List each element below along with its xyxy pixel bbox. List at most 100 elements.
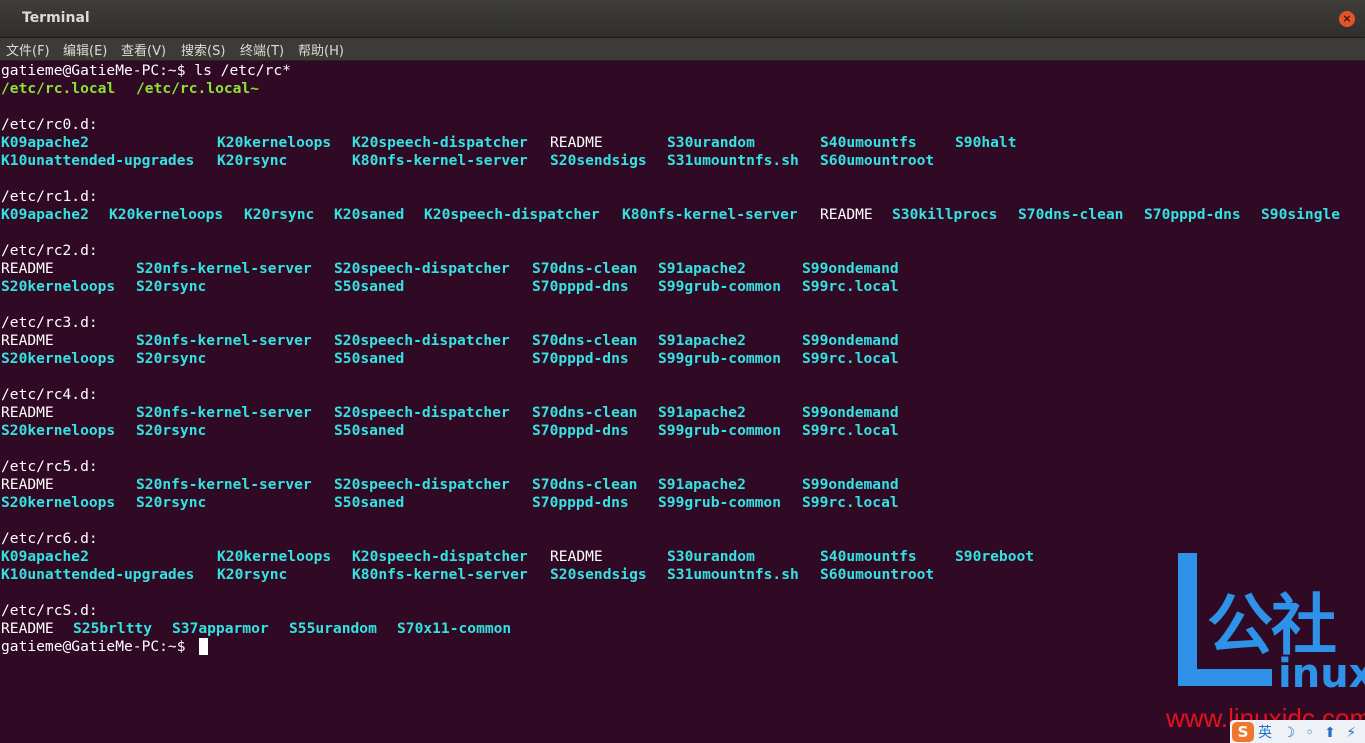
terminal-line: K09apache2 K20kerneloops K20rsync K20saned K… [1, 206, 1361, 224]
input-method-tray[interactable]: S 英 ☽ ◦ ⬆ ⚡ [1230, 720, 1365, 743]
terminal-line: README S20nfs-kernel-server S20speech-disp… [1, 404, 1361, 422]
menu-help[interactable]: 帮助(H) [298, 40, 344, 59]
terminal-line: gatieme@GatieMe-PC:~$ ls /etc/rc* [1, 62, 1361, 80]
symlink-entry: S91apache2 [658, 476, 746, 493]
symlink-entry: S40umountfs [820, 134, 917, 151]
terminal-text: README [820, 206, 873, 223]
symlink-entry: S70pppd-dns [532, 494, 629, 511]
symlink-entry: S37apparmor [172, 620, 269, 637]
terminal-line: K09apache2 K20kerneloops K20speech-dispatc… [1, 548, 1361, 566]
symlink-entry: K20kerneloops [217, 548, 332, 565]
menu-search[interactable]: 搜索(S) [181, 40, 225, 59]
menu-file[interactable]: 文件(F) [6, 40, 50, 59]
symlink-entry: S20nfs-kernel-server [136, 260, 312, 277]
symlink-entry: S99ondemand [802, 404, 899, 421]
tray-status-icons[interactable]: 英 ☽ ◦ ⬆ ⚡ [1258, 722, 1359, 742]
terminal-output[interactable]: gatieme@GatieMe-PC:~$ ls /etc/rc* /etc/rc… [0, 61, 1365, 743]
symlink-entry: S70dns-clean [1018, 206, 1124, 223]
terminal-line: /etc/rc0.d: [1, 116, 1361, 134]
terminal-text: README [1, 332, 54, 349]
symlink-entry: S20nfs-kernel-server [136, 332, 312, 349]
terminal-line: S20kerneloops S20rsync S50saned S70pppd-dns… [1, 494, 1361, 512]
symlink-entry: K09apache2 [1, 548, 89, 565]
menu-terminal[interactable]: 终端(T) [240, 40, 284, 59]
symlink-entry: K09apache2 [1, 206, 89, 223]
symlink-entry: S99grub-common [658, 422, 782, 439]
symlink-entry: S90single [1261, 206, 1341, 223]
symlink-entry: S91apache2 [658, 404, 746, 421]
menu-edit[interactable]: 编辑(E) [63, 40, 107, 59]
terminal-line: README S20nfs-kernel-server S20speech-disp… [1, 332, 1361, 350]
symlink-entry: S70x11-common [397, 620, 512, 637]
menu-view[interactable]: 查看(V) [121, 40, 166, 59]
symlink-entry: K10unattended-upgrades [1, 566, 195, 583]
symlink-entry: S60umountroot [820, 152, 935, 169]
symlink-entry: S91apache2 [658, 332, 746, 349]
symlink-entry: S50saned [334, 422, 405, 439]
symlink-entry: S20kerneloops [1, 422, 116, 439]
symlink-entry: K20rsync [244, 206, 315, 223]
terminal-text: /etc/rc1.d: [1, 188, 98, 205]
terminal-text: /etc/rcS.d: [1, 602, 98, 619]
symlink-entry: S30urandom [667, 134, 755, 151]
terminal-text: gatieme@GatieMe-PC:~$ [1, 638, 195, 655]
symlink-entry: S70pppd-dns [532, 350, 629, 367]
sogou-icon[interactable]: S [1232, 722, 1254, 742]
terminal-line: S20kerneloops S20rsync S50saned S70pppd-dns… [1, 422, 1361, 440]
terminal-text: /etc/rc0.d: [1, 116, 98, 133]
symlink-entry: S70pppd-dns [532, 278, 629, 295]
terminal-line: README S20nfs-kernel-server S20speech-disp… [1, 260, 1361, 278]
symlink-entry: S99rc.local [802, 350, 899, 367]
terminal-text: /etc/rc5.d: [1, 458, 98, 475]
symlink-entry: S20kerneloops [1, 278, 116, 295]
symlink-entry: S20speech-dispatcher [334, 404, 510, 421]
symlink-entry: S91apache2 [658, 260, 746, 277]
terminal-line: K09apache2 K20kerneloops K20speech-dispatc… [1, 134, 1361, 152]
terminal-line: /etc/rcS.d: [1, 602, 1361, 620]
terminal-cursor [199, 638, 208, 655]
symlink-entry: S20nfs-kernel-server [136, 476, 312, 493]
symlink-entry: K09apache2 [1, 134, 89, 151]
symlink-entry: S20rsync [136, 422, 207, 439]
symlink-entry: K10unattended-upgrades [1, 152, 195, 169]
close-window-button[interactable]: × [1339, 11, 1355, 27]
symlink-entry: S90halt [955, 134, 1017, 151]
symlink-entry: S50saned [334, 494, 405, 511]
terminal-text: README [1, 620, 54, 637]
symlink-entry: S70pppd-dns [532, 422, 629, 439]
symlink-entry: S99ondemand [802, 332, 899, 349]
terminal-text: README [550, 548, 603, 565]
symlink-entry: S30killprocs [892, 206, 998, 223]
symlink-entry: K20saned [334, 206, 405, 223]
symlink-entry: S31umountnfs.sh [667, 566, 799, 583]
symlink-entry: K80nfs-kernel-server [352, 152, 528, 169]
symlink-entry: S20rsync [136, 494, 207, 511]
symlink-entry: S99rc.local [802, 422, 899, 439]
terminal-text: /etc/rc3.d: [1, 314, 98, 331]
symlink-entry: K20rsync [217, 152, 288, 169]
symlink-entry: S99grub-common [658, 494, 782, 511]
symlink-entry: S70dns-clean [532, 476, 638, 493]
terminal-line: K10unattended-upgrades K20rsync K80nfs-ker… [1, 152, 1361, 170]
symlink-entry: S20sendsigs [550, 152, 647, 169]
window-titlebar[interactable]: Terminal × [0, 0, 1365, 38]
terminal-text: README [550, 134, 603, 151]
terminal-line: /etc/rc4.d: [1, 386, 1361, 404]
terminal-line: /etc/rc2.d: [1, 242, 1361, 260]
terminal-line: /etc/rc3.d: [1, 314, 1361, 332]
symlink-entry: S20kerneloops [1, 494, 116, 511]
symlink-entry: S99grub-common [658, 278, 782, 295]
symlink-entry: S31umountnfs.sh [667, 152, 799, 169]
terminal-line: README S20nfs-kernel-server S20speech-disp… [1, 476, 1361, 494]
symlink-entry: K20kerneloops [109, 206, 224, 223]
symlink-entry: S55urandom [289, 620, 377, 637]
symlink-entry: K80nfs-kernel-server [352, 566, 528, 583]
